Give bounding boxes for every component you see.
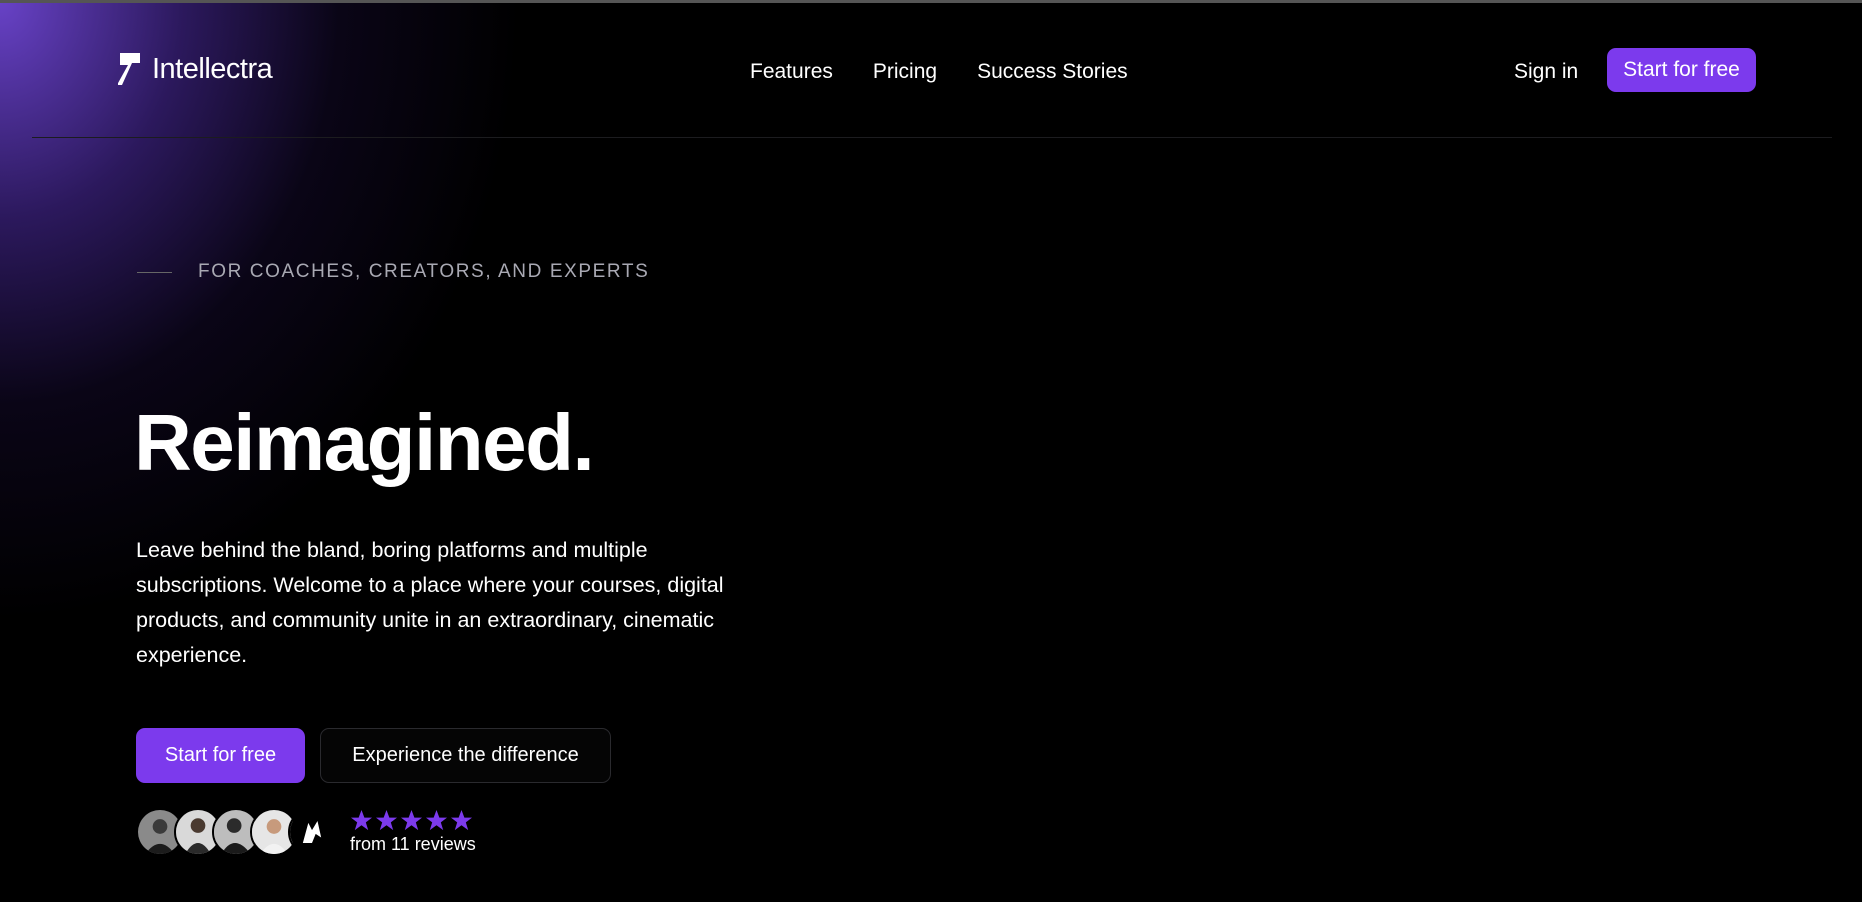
star-icon: [375, 809, 398, 831]
nav-item-pricing[interactable]: Pricing: [873, 60, 937, 84]
experience-difference-button[interactable]: Experience the difference: [320, 728, 611, 783]
site-header: Intellectra Features Pricing Success Sto…: [32, 3, 1832, 138]
hero-start-free-button[interactable]: Start for free: [136, 728, 305, 783]
star-rating: [350, 809, 476, 832]
hero-cta-group: Start for free Experience the difference: [136, 728, 611, 783]
hero-description: Leave behind the bland, boring platforms…: [136, 538, 724, 667]
eyebrow-divider: [137, 271, 172, 273]
sign-in-link[interactable]: Sign in: [1514, 60, 1578, 84]
hero-eyebrow: FOR COACHES, CREATORS, AND EXPERTS: [137, 261, 649, 283]
rating-block: from 11 reviews: [350, 809, 476, 855]
star-icon: [350, 809, 373, 831]
star-icon: [425, 809, 448, 831]
landing-page: Intellectra Features Pricing Success Sto…: [0, 0, 1862, 902]
nav-item-success-stories[interactable]: Success Stories: [977, 60, 1128, 84]
header-start-free-button[interactable]: Start for free: [1607, 48, 1756, 92]
nav-item-features[interactable]: Features: [750, 60, 833, 84]
reviewer-avatars: [136, 808, 336, 856]
brand-logo[interactable]: Intellectra: [118, 51, 273, 87]
brand-logo-icon: [118, 53, 140, 85]
reviews-summary: from 11 reviews: [136, 808, 476, 856]
hero-headline: Reimagined.: [134, 398, 595, 487]
review-count: from 11 reviews: [350, 834, 476, 854]
eyebrow-text: FOR COACHES, CREATORS, AND EXPERTS: [198, 261, 650, 282]
brand-name: Intellectra: [152, 52, 273, 85]
star-icon: [400, 809, 423, 831]
star-icon: [450, 809, 473, 831]
main-nav: Features Pricing Success Stories: [750, 60, 1128, 84]
wolf-logo-avatar: [288, 808, 336, 856]
